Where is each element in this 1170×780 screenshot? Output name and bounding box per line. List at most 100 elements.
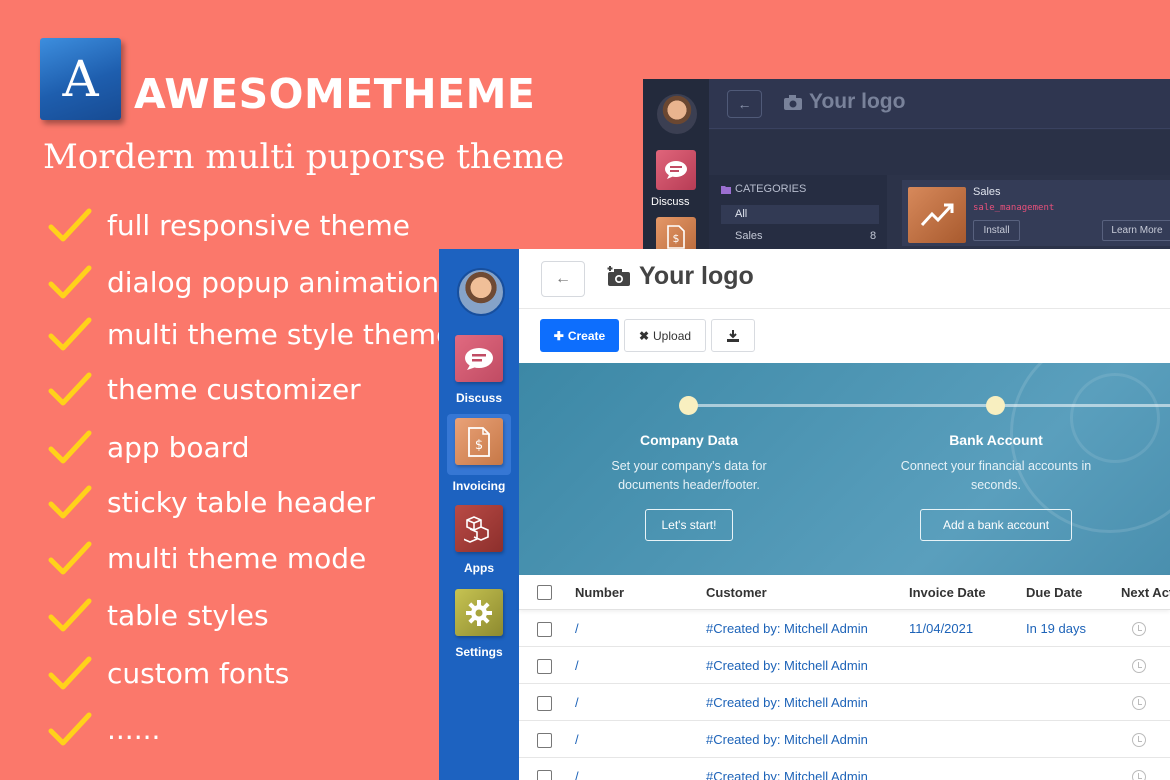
table-row[interactable]: / #Created by: Mitchell Admin 11/04/2021… xyxy=(519,610,1170,647)
categories-panel: CATEGORIES All Sales 8 xyxy=(709,175,887,249)
logo: Your logo xyxy=(607,262,754,291)
sidebar-item-invoicing-label-wrap: Invoicing xyxy=(447,475,511,493)
feature-item: ...... xyxy=(48,711,160,747)
sidebar-item-settings[interactable]: Settings xyxy=(447,585,511,659)
upload-button[interactable]: ✖ Upload xyxy=(624,319,706,352)
toolbar: ✚ Create ✖ Upload xyxy=(519,309,1170,363)
learn-more-button[interactable]: Learn More xyxy=(1102,220,1170,241)
feature-item: full responsive theme xyxy=(48,207,410,243)
settings-app-icon xyxy=(455,589,503,636)
row-checkbox[interactable] xyxy=(537,622,552,637)
arrow-left-icon: ← xyxy=(737,96,752,112)
create-button[interactable]: ✚ Create xyxy=(540,319,619,352)
clock-icon[interactable] xyxy=(1132,659,1146,673)
top-bar: ← Your logo xyxy=(519,249,1170,309)
plus-icon: ✚ xyxy=(553,328,564,343)
check-icon xyxy=(48,317,92,351)
chat-bubble-icon xyxy=(465,347,493,370)
sidebar-item-invoicing[interactable]: $ xyxy=(447,414,511,475)
avatar[interactable] xyxy=(457,268,505,316)
feature-item: table styles xyxy=(48,597,269,633)
sales-app-icon xyxy=(908,187,966,243)
invoicing-app-icon: $ xyxy=(455,418,503,465)
clock-icon[interactable] xyxy=(1132,733,1146,747)
avatar[interactable] xyxy=(657,94,697,134)
upload-button-label: Upload xyxy=(653,328,692,343)
step-dot-bank xyxy=(986,396,1005,415)
feature-text: app board xyxy=(107,430,250,464)
table-row[interactable]: / #Created by: Mitchell Admin xyxy=(519,721,1170,758)
camera-icon xyxy=(607,266,630,286)
logo: Your logo xyxy=(783,90,905,114)
back-button[interactable]: ← xyxy=(727,90,762,118)
step-dot-company xyxy=(679,396,698,415)
cell-customer: #Created by: Mitchell Admin xyxy=(706,695,868,710)
column-header-number[interactable]: Number xyxy=(575,585,624,600)
brand-logo: A xyxy=(40,38,121,120)
categories-title: CATEGORIES xyxy=(721,183,806,195)
discuss-app-icon[interactable] xyxy=(656,150,696,190)
clock-icon[interactable] xyxy=(1132,770,1146,780)
feature-text: full responsive theme xyxy=(107,208,410,242)
cell-customer: #Created by: Mitchell Admin xyxy=(706,732,868,747)
brand-logo-letter: A xyxy=(62,50,99,108)
sidebar-item-discuss[interactable]: Discuss xyxy=(447,331,511,405)
row-checkbox[interactable] xyxy=(537,770,552,780)
select-all-checkbox[interactable] xyxy=(537,585,552,600)
cell-number: / xyxy=(575,695,579,710)
close-x-icon: ✖ xyxy=(638,328,650,343)
step-desc-company: Set your company's data for documents he… xyxy=(611,459,767,492)
table-row[interactable]: / #Created by: Mitchell Admin xyxy=(519,684,1170,721)
install-button[interactable]: Install xyxy=(973,220,1020,241)
back-button[interactable]: ← xyxy=(541,261,585,297)
row-checkbox[interactable] xyxy=(537,733,552,748)
feature-item: app board xyxy=(48,429,249,465)
lets-start-button[interactable]: Let's start! xyxy=(645,509,733,541)
apps-app-icon xyxy=(455,505,503,552)
table-row[interactable]: / #Created by: Mitchell Admin xyxy=(519,647,1170,684)
cubes-icon xyxy=(464,515,489,543)
chat-bubble-icon xyxy=(665,161,687,179)
check-icon xyxy=(48,598,92,632)
download-button[interactable] xyxy=(711,319,755,352)
column-header-invoice-date[interactable]: Invoice Date xyxy=(909,585,986,600)
row-checkbox[interactable] xyxy=(537,659,552,674)
clock-icon[interactable] xyxy=(1132,622,1146,636)
tagline: Mordern multi puporse theme xyxy=(43,137,565,177)
clock-icon[interactable] xyxy=(1132,696,1146,710)
check-icon xyxy=(48,485,92,519)
svg-text:$: $ xyxy=(475,438,483,453)
dark-control-bar xyxy=(709,130,1170,175)
feature-item: custom fonts xyxy=(48,655,289,691)
sidebar-item-apps[interactable]: Apps xyxy=(447,501,511,575)
column-header-customer[interactable]: Customer xyxy=(706,585,767,600)
column-header-next-activity[interactable]: Next Act xyxy=(1121,585,1170,600)
step-title-bank: Bank Account xyxy=(949,432,1043,448)
row-checkbox[interactable] xyxy=(537,696,552,711)
cell-number: / xyxy=(575,732,579,747)
cell-invoice-date: 11/04/2021 xyxy=(909,621,974,636)
sidebar-item-label: Settings xyxy=(455,645,503,659)
chart-trend-icon xyxy=(920,203,954,227)
check-icon xyxy=(48,265,92,299)
feature-text: multi theme style theme xyxy=(107,317,454,351)
table-row[interactable]: / #Created by: Mitchell Admin xyxy=(519,758,1170,780)
feature-item: multi theme style theme xyxy=(48,316,453,352)
light-app-window: Discuss $ Invoicing Apps Settings ← Your… xyxy=(439,249,1170,780)
column-header-due-date[interactable]: Due Date xyxy=(1026,585,1082,600)
categories-title-text: CATEGORIES xyxy=(735,183,807,195)
category-sales[interactable]: Sales xyxy=(735,230,763,242)
app-card-title: Sales xyxy=(973,186,1001,198)
category-all[interactable]: All xyxy=(721,205,879,224)
step-title-company: Company Data xyxy=(639,432,739,448)
invoicing-app-icon[interactable]: $ xyxy=(656,217,696,249)
check-icon xyxy=(48,208,92,242)
sidebar-item-label: Apps xyxy=(464,561,494,575)
cell-number: / xyxy=(575,621,579,636)
add-bank-account-button[interactable]: Add a bank account xyxy=(920,509,1072,541)
cell-number: / xyxy=(575,769,579,780)
feature-item: multi theme mode xyxy=(48,540,366,576)
feature-text: multi theme mode xyxy=(107,541,367,575)
check-icon xyxy=(48,712,92,746)
create-button-label: Create xyxy=(567,328,606,343)
